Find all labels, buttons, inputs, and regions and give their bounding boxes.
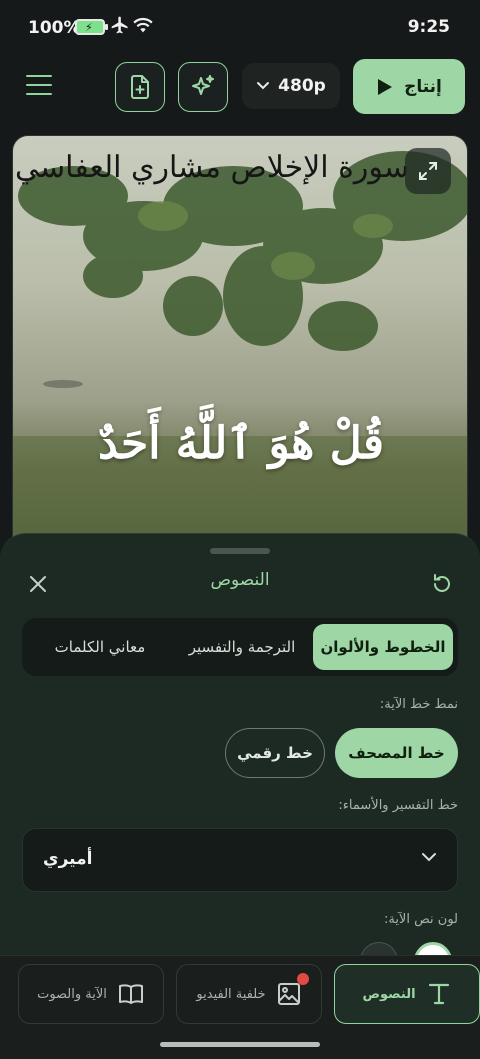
produce-button[interactable]: إنتاج [353, 59, 465, 114]
digital-font-option[interactable]: خط رقمي [225, 728, 325, 778]
expand-icon [419, 162, 437, 180]
tafsir-font-label: خط التفسير والأسماء: [338, 798, 458, 813]
status-bar: 100% ⚡ 9:25 [0, 0, 480, 56]
play-icon [378, 78, 393, 95]
tab-translation-tafsir[interactable]: الترجمة والتفسير [172, 624, 312, 670]
sparkle-icon [192, 75, 214, 95]
wifi-icon [133, 17, 153, 33]
clock: 9:25 [407, 17, 450, 37]
chevron-down-icon [257, 82, 270, 90]
add-file-button[interactable] [115, 62, 165, 112]
nav-texts-label: النصوص [362, 986, 416, 1002]
add-file-icon [131, 75, 149, 99]
tafsir-font-value: أميري [43, 849, 93, 869]
sheet-drag-handle[interactable] [210, 548, 270, 554]
battery-percentage: 100% [28, 18, 81, 38]
battery-charging-icon: ⚡ [75, 19, 108, 35]
chevron-down-icon [422, 853, 436, 862]
fullscreen-button[interactable] [405, 148, 451, 194]
menu-button[interactable] [26, 75, 52, 99]
produce-label: إنتاج [404, 76, 442, 97]
surah-title-overlay: سورة الإخلاص مشاري العفاسي [15, 150, 409, 185]
nav-verse-audio[interactable]: الآية والصوت [18, 964, 164, 1024]
background-image [13, 151, 467, 564]
text-icon [428, 983, 449, 1005]
texts-settings-sheet: النصوص الخطوط والألوان الترجمة والتفسير … [0, 533, 480, 980]
resolution-dropdown[interactable]: 480p [242, 63, 340, 109]
mushaf-font-option[interactable]: خط المصحف [335, 728, 458, 778]
notification-badge [297, 973, 309, 985]
resolution-value: 480p [278, 76, 326, 96]
reset-icon[interactable] [430, 572, 454, 596]
sheet-title: النصوص [210, 570, 270, 590]
home-indicator[interactable] [160, 1042, 320, 1047]
nav-texts[interactable]: النصوص [334, 964, 480, 1024]
video-preview[interactable]: سورة الإخلاص مشاري العفاسي قُلْ هُوَ ٱلل… [12, 135, 468, 565]
tafsir-font-select[interactable]: أميري [22, 828, 458, 892]
book-icon [118, 984, 143, 1004]
verse-font-label: نمط خط الآية: [379, 697, 458, 712]
verse-text-overlay: قُلْ هُوَ ٱللَّهُ أَحَدٌ [97, 418, 385, 469]
nav-verse-audio-label: الآية والصوت [37, 986, 107, 1002]
nav-video-background[interactable]: خلفية الفيديو [176, 964, 322, 1024]
airplane-icon [111, 16, 128, 34]
verse-color-label: لون نص الآية: [383, 912, 458, 927]
menu-icon [26, 75, 52, 77]
tab-word-meanings[interactable]: معاني الكلمات [30, 624, 170, 670]
ai-effects-button[interactable] [178, 62, 228, 112]
nav-video-background-label: خلفية الفيديو [196, 986, 266, 1002]
tab-fonts-colors[interactable]: الخطوط والألوان [313, 624, 453, 670]
sheet-tabs: الخطوط والألوان الترجمة والتفسير معاني ا… [22, 618, 458, 676]
image-icon [277, 983, 300, 1005]
bottom-navigation: النصوص خلفية الفيديو الآية والصوت [0, 955, 480, 1059]
